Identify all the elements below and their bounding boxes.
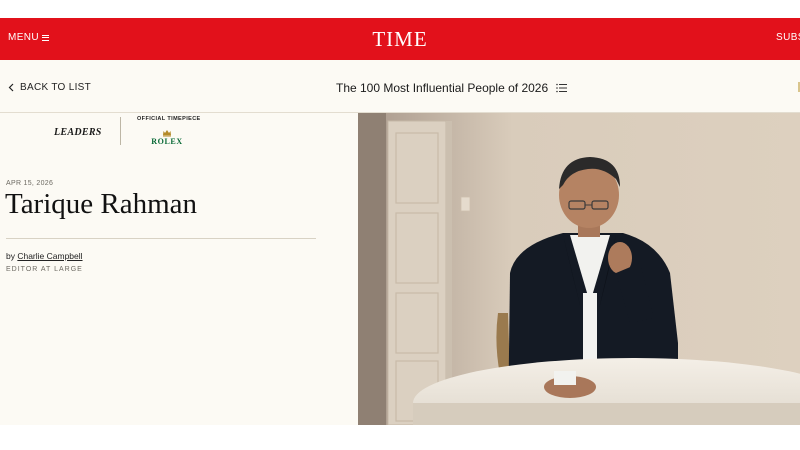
official-timepiece-label: OFFICIAL TIMEPIECE: [137, 116, 201, 122]
sponsor-bar: LEADERS OFFICIAL TIMEPIECE ROLEX: [6, 113, 356, 151]
list-title-text: The 100 Most Influential People of 2026: [336, 81, 549, 95]
subscribe-button[interactable]: SUBS: [776, 32, 800, 43]
article-header: LEADERS OFFICIAL TIMEPIECE ROLEX APR 15,…: [0, 113, 358, 425]
back-to-list-label: BACK TO LIST: [20, 82, 92, 93]
author-role: EDITOR AT LARGE: [6, 266, 83, 273]
list-icon: [556, 83, 568, 93]
category-label[interactable]: LEADERS: [54, 127, 102, 138]
rolex-logo[interactable]: ROLEX: [150, 129, 184, 146]
time-logo[interactable]: TIME: [0, 27, 800, 52]
top-nav-bar: MENU TIME SUBS: [0, 18, 800, 60]
chevron-left-icon: [8, 83, 14, 92]
list-title-button[interactable]: The 100 Most Influential People of 2026: [336, 81, 568, 95]
crown-icon: [163, 130, 171, 137]
back-to-list-link[interactable]: BACK TO LIST: [8, 82, 91, 93]
hero-photo: [358, 113, 800, 448]
byline-prefix: by: [6, 251, 18, 261]
byline: by Charlie Campbell: [6, 251, 83, 261]
sponsor-divider: [120, 117, 121, 145]
publish-date: APR 15, 2026: [6, 180, 54, 187]
portrait-illustration: [358, 113, 800, 448]
author-link[interactable]: Charlie Campbell: [17, 251, 82, 261]
divider: [6, 238, 316, 239]
list-subnav: BACK TO LIST The 100 Most Influential Pe…: [0, 60, 800, 113]
rolex-wordmark: ROLEX: [151, 137, 183, 146]
article-headline: Tarique Rahman: [5, 188, 198, 220]
